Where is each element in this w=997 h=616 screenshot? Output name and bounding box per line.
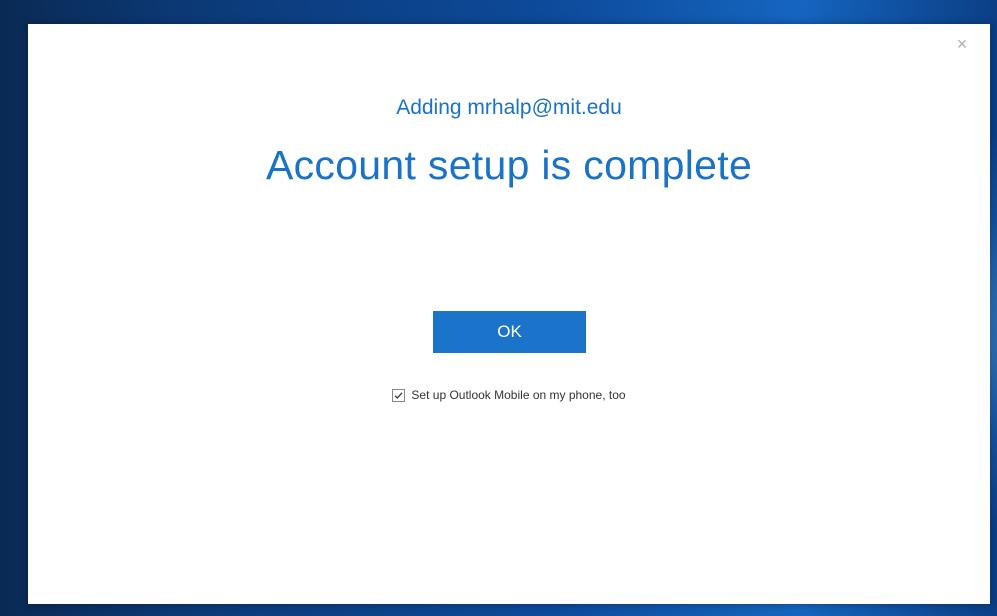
outlook-mobile-checkbox[interactable]: [392, 388, 406, 402]
outlook-mobile-checkbox-label[interactable]: Set up Outlook Mobile on my phone, too: [411, 388, 625, 402]
outlook-mobile-option: Set up Outlook Mobile on my phone, too: [28, 388, 990, 402]
ok-button[interactable]: OK: [433, 311, 586, 353]
adding-account-subtitle: Adding mrhalp@mit.edu: [396, 96, 622, 119]
page-title: Account setup is complete: [265, 142, 753, 188]
desktop-background: × Adding mrhalp@mit.edu Account setup is…: [0, 0, 997, 616]
close-icon[interactable]: ×: [950, 32, 974, 56]
checkmark-icon: [394, 391, 403, 399]
account-setup-dialog: × Adding mrhalp@mit.edu Account setup is…: [28, 24, 990, 604]
